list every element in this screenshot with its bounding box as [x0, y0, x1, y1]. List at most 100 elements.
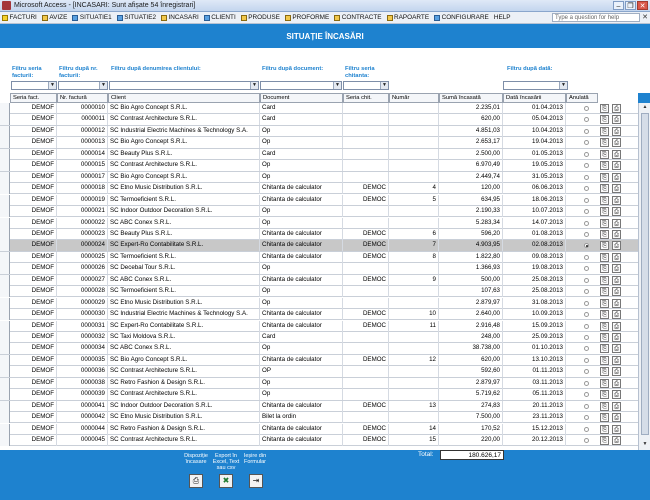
print-icon[interactable]: ⎙ — [612, 355, 621, 365]
cell-data[interactable]: 03.11.2013 — [503, 377, 566, 389]
cell-numar[interactable]: 10 — [389, 309, 439, 321]
minimize-button[interactable]: – — [613, 1, 624, 10]
cell-nr[interactable]: 0000010 — [57, 103, 108, 114]
chevron-down-icon[interactable]: ▼ — [559, 82, 567, 89]
cell-data[interactable]: 13.10.2013 — [503, 354, 566, 366]
view-document-icon[interactable]: ⎘ — [600, 138, 609, 148]
cell-data[interactable]: 01.10.2013 — [503, 343, 566, 355]
scrollbar-thumb[interactable] — [641, 113, 649, 435]
view-document-icon[interactable]: ⎘ — [600, 333, 609, 342]
cell-serie[interactable]: DEMOF — [10, 240, 57, 252]
view-document-icon[interactable]: ⎘ — [600, 413, 609, 423]
cell-seria-chit[interactable] — [343, 160, 389, 172]
cell-nr[interactable]: 0000024 — [57, 240, 108, 252]
cell-doc[interactable]: Chitanta de calculator — [260, 228, 343, 240]
cell-nr[interactable]: 0000022 — [57, 217, 108, 229]
cell-client[interactable]: SC ABC Conex S.R.L. — [108, 217, 260, 229]
row-selector[interactable] — [0, 400, 10, 412]
cell-client[interactable]: SC Beauty Plus S.R.L. — [108, 148, 260, 160]
view-document-icon[interactable]: ⎘ — [600, 344, 609, 354]
cell-doc[interactable]: Chitanta de calculator — [260, 194, 343, 206]
row-selector[interactable] — [0, 343, 10, 355]
filter-document-combo[interactable]: ▼ — [260, 81, 342, 90]
row-selector[interactable] — [0, 297, 10, 309]
table-row[interactable]: DEMOF 0000025 SC Termoeficient S.R.L. Chita… — [0, 251, 638, 264]
cell-doc[interactable]: Op — [260, 389, 343, 401]
menu-item-help[interactable]: HELP — [494, 14, 511, 21]
cell-doc[interactable]: Chitanta de calculator — [260, 435, 343, 447]
anulata-radio[interactable] — [584, 174, 589, 180]
anulata-radio[interactable] — [584, 346, 589, 352]
table-row[interactable]: DEMOF 0000021 SC Indoor Outdoor Decoration… — [0, 206, 638, 218]
row-selector[interactable] — [0, 194, 10, 206]
anulata-radio[interactable] — [584, 312, 589, 318]
anulata-radio[interactable] — [584, 415, 589, 421]
cell-seria-chit[interactable]: DEMOC — [343, 400, 389, 412]
table-row[interactable]: DEMOF 0000022 SC ABC Conex S.R.L. Op 5.283,3… — [0, 217, 638, 229]
cell-nr[interactable]: 0000028 — [57, 286, 108, 298]
cell-doc[interactable]: Chitanta de calculator — [260, 183, 343, 195]
row-selector[interactable] — [0, 103, 10, 114]
cell-nr[interactable]: 0000011 — [57, 114, 108, 126]
cell-suma[interactable]: 274,83 — [439, 400, 503, 412]
table-row[interactable]: DEMOF 0000038 SC Retro Fashion & Design S.… — [0, 377, 638, 390]
row-selector[interactable] — [0, 183, 10, 195]
view-document-icon[interactable]: ⎘ — [600, 390, 609, 400]
row-selector[interactable] — [0, 125, 10, 137]
cell-doc[interactable]: Op — [260, 263, 343, 275]
anulata-radio[interactable] — [584, 277, 589, 283]
anulata-radio[interactable] — [584, 163, 589, 169]
menu-item-produse[interactable]: PRODUSE — [240, 14, 280, 21]
cell-nr[interactable]: 0000032 — [57, 332, 108, 343]
menu-item-situatie2[interactable]: SITUATIE2 — [116, 14, 156, 21]
row-selector[interactable] — [0, 366, 10, 378]
anulata-radio[interactable] — [584, 197, 589, 203]
view-document-icon[interactable]: ⎘ — [600, 241, 609, 251]
print-icon[interactable]: ⎙ — [612, 424, 621, 434]
menu-item-proforme[interactable]: PROFORME — [284, 14, 329, 21]
row-selector[interactable] — [0, 309, 10, 321]
cell-nr[interactable]: 0000023 — [57, 228, 108, 240]
view-document-icon[interactable]: ⎘ — [600, 149, 609, 159]
cell-nr[interactable]: 0000031 — [57, 320, 108, 332]
cell-serie[interactable]: DEMOF — [10, 412, 57, 424]
cell-seria-chit[interactable]: DEMOC — [343, 309, 389, 321]
dispozitie-incasare-button[interactable]: ⎙ — [189, 474, 203, 488]
cell-suma[interactable]: 2.653,17 — [439, 137, 503, 149]
anulata-radio[interactable] — [584, 426, 589, 432]
cell-numar[interactable] — [389, 171, 439, 183]
anulata-radio[interactable] — [584, 151, 589, 157]
row-selector[interactable] — [0, 286, 10, 298]
cell-seria-chit[interactable] — [343, 171, 389, 183]
cell-client[interactable]: SC Expert-Ro Contabilitate S.R.L. — [108, 240, 260, 252]
print-icon[interactable]: ⎙ — [612, 264, 621, 274]
cell-nr[interactable]: 0000038 — [57, 377, 108, 389]
row-selector[interactable] — [0, 377, 10, 389]
view-document-icon[interactable]: ⎘ — [600, 184, 609, 194]
print-icon[interactable]: ⎙ — [612, 218, 621, 228]
filter-nr-factura-combo[interactable]: ▼ — [58, 81, 108, 90]
cell-data[interactable]: 10.04.2013 — [503, 125, 566, 137]
cell-data[interactable]: 05.04.2013 — [503, 114, 566, 126]
cell-serie[interactable]: DEMOF — [10, 320, 57, 332]
cell-nr[interactable]: 0000029 — [57, 297, 108, 309]
cell-doc[interactable]: Op — [260, 206, 343, 218]
cell-data[interactable]: 31.08.2013 — [503, 297, 566, 309]
cell-client[interactable]: SC Indoor Outdoor Decoration S.R.L. — [108, 206, 260, 218]
row-selector[interactable] — [0, 160, 10, 172]
cell-serie[interactable]: DEMOF — [10, 332, 57, 343]
cell-client[interactable]: SC Industrial Electric Machines & Techno… — [108, 125, 260, 137]
cell-suma[interactable]: 2.500,00 — [439, 148, 503, 160]
cell-serie[interactable]: DEMOF — [10, 137, 57, 149]
anulata-radio[interactable] — [584, 231, 589, 237]
cell-client[interactable]: SC ABC Conex S.R.L. — [108, 274, 260, 286]
anulata-radio[interactable] — [584, 289, 589, 295]
cell-serie[interactable]: DEMOF — [10, 171, 57, 183]
cell-numar[interactable] — [389, 160, 439, 172]
cell-serie[interactable]: DEMOF — [10, 377, 57, 389]
cell-client[interactable]: SC Bio Agro Concept S.R.L. — [108, 171, 260, 183]
print-icon[interactable]: ⎙ — [612, 138, 621, 148]
cell-seria-chit[interactable] — [343, 389, 389, 401]
anulata-radio[interactable] — [584, 323, 589, 329]
menu-item-avize[interactable]: AVIZE — [41, 14, 67, 21]
